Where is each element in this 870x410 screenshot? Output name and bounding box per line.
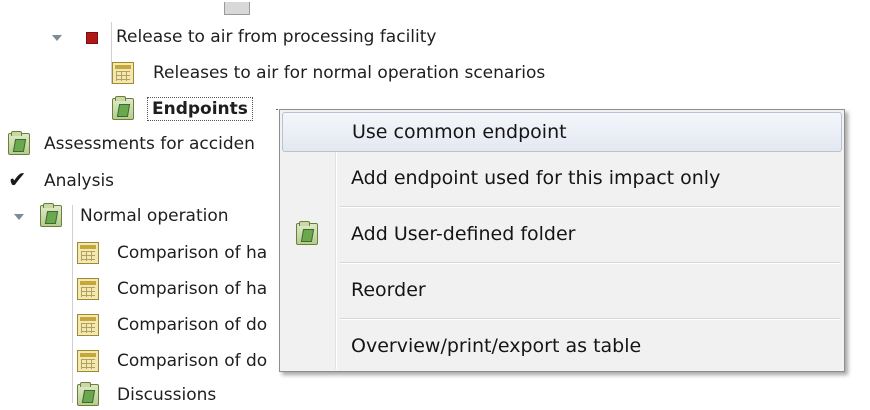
collapse-arrow-icon[interactable] bbox=[52, 35, 62, 41]
menu-item-add-user-defined-folder[interactable]: Add User-defined folder bbox=[282, 214, 842, 254]
table-icon bbox=[112, 62, 134, 84]
collapse-arrow-icon[interactable] bbox=[14, 214, 24, 220]
menu-item-label: Use common endpoint bbox=[352, 121, 567, 143]
table-icon bbox=[77, 242, 99, 264]
table-icon bbox=[77, 314, 99, 336]
menu-item-add-endpoint-this-impact[interactable]: Add endpoint used for this impact only bbox=[282, 158, 842, 198]
tree-item-label: Release to air from processing facility bbox=[116, 27, 437, 47]
tree-item-label: Analysis bbox=[44, 171, 115, 191]
menu-separator bbox=[340, 206, 840, 208]
tree-item-label: Releases to air for normal operation sce… bbox=[153, 63, 546, 83]
tree-guide-line bbox=[72, 205, 73, 403]
folder-icon bbox=[296, 221, 318, 245]
menu-item-reorder[interactable]: Reorder bbox=[282, 270, 842, 310]
menu-item-use-common-endpoint[interactable]: Use common endpoint bbox=[282, 112, 842, 152]
table-icon bbox=[77, 278, 99, 300]
menu-item-label: Overview/print/export as table bbox=[351, 335, 642, 357]
tree-item-label: Assessments for acciden bbox=[44, 134, 255, 154]
checkmark-icon: ✔ bbox=[8, 168, 27, 193]
red-square-icon bbox=[86, 32, 98, 44]
table-icon bbox=[77, 350, 99, 372]
tree-item-label: Comparison of ha bbox=[117, 279, 268, 299]
partial-icon-top bbox=[224, 2, 250, 15]
menu-separator bbox=[340, 318, 840, 320]
menu-item-label: Add User-defined folder bbox=[351, 223, 576, 245]
tree-item-label: Normal operation bbox=[80, 206, 229, 226]
folder-icon bbox=[8, 131, 30, 155]
context-menu: Use common endpoint Add endpoint used fo… bbox=[279, 109, 845, 372]
tree-item-label: Comparison of do bbox=[117, 315, 268, 335]
menu-item-label: Add endpoint used for this impact only bbox=[351, 167, 721, 189]
menu-item-label: Reorder bbox=[351, 279, 426, 301]
menu-separator bbox=[340, 262, 840, 264]
folder-icon bbox=[112, 96, 134, 120]
menu-item-overview-print-export[interactable]: Overview/print/export as table bbox=[282, 326, 842, 366]
tree-item-label: Comparison of do bbox=[117, 351, 268, 371]
folder-icon bbox=[40, 203, 62, 227]
tree-item-label: Comparison of ha bbox=[117, 243, 268, 263]
tree-item-label: Endpoints bbox=[147, 97, 253, 121]
